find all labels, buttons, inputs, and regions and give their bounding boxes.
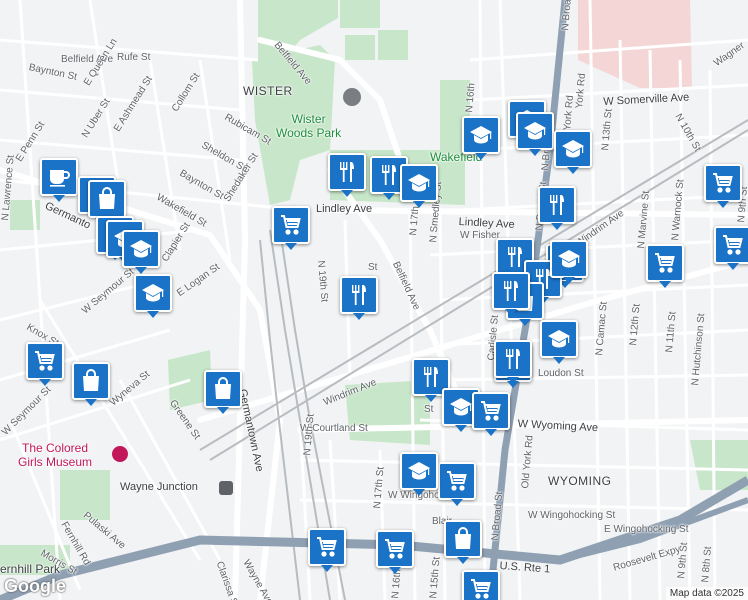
map-marker[interactable] [554, 130, 592, 174]
area-label-wister: WISTER [243, 84, 293, 98]
street-label: Loudon St [538, 368, 584, 379]
map-marker[interactable] [516, 112, 554, 156]
shopping-bag-icon [211, 377, 235, 401]
cafe-icon [47, 165, 71, 189]
street-label: St [424, 404, 434, 415]
poi-label-colored-girls-museum[interactable]: The Colored Girls Museum [18, 441, 92, 469]
google-logo: Google [4, 576, 66, 596]
school-icon [557, 247, 581, 271]
shopping-cart-icon [445, 469, 469, 493]
restaurant-icon [347, 283, 371, 307]
map-marker[interactable] [272, 206, 310, 250]
restaurant-icon [377, 163, 401, 187]
shopping-cart-icon [315, 535, 339, 559]
university-icon[interactable] [343, 88, 361, 106]
street-label: St [368, 262, 378, 273]
map-marker[interactable] [462, 116, 500, 160]
map-marker[interactable] [340, 276, 378, 320]
area-label-wister-woods-park: Wister Woods Park [276, 112, 342, 140]
map-marker[interactable] [134, 274, 172, 318]
shopping-cart-icon [721, 233, 745, 257]
shopping-bag-icon [95, 187, 119, 211]
shopping-bag-icon [451, 527, 475, 551]
map-marker[interactable] [492, 272, 530, 316]
restaurant-icon [545, 193, 569, 217]
museum-icon[interactable] [112, 446, 128, 462]
street-label: Lindley Ave [316, 203, 373, 215]
shopping-cart-icon [653, 251, 677, 275]
area-label-wyoming: WYOMING [548, 474, 612, 488]
restaurant-icon [499, 279, 523, 303]
map-marker[interactable] [400, 452, 438, 496]
map-marker[interactable] [704, 164, 742, 208]
school-icon [129, 237, 153, 261]
shopping-cart-icon [711, 171, 735, 195]
school-icon [523, 119, 547, 143]
train-station-icon[interactable] [219, 481, 233, 495]
shopping-cart-icon [479, 399, 503, 423]
map-marker[interactable] [26, 342, 64, 386]
map-marker[interactable] [462, 570, 500, 600]
map-canvas[interactable]: WISTER Wakefield Wister Woods Park WYOMI… [0, 0, 748, 600]
map-marker[interactable] [204, 370, 242, 414]
shopping-cart-icon [33, 349, 57, 373]
map-marker[interactable] [438, 462, 476, 506]
map-marker[interactable] [88, 180, 126, 224]
shopping-cart-icon [383, 537, 407, 561]
map-marker[interactable] [308, 528, 346, 572]
map-marker[interactable] [646, 244, 684, 288]
school-icon [547, 327, 571, 351]
map-marker[interactable] [472, 392, 510, 436]
map-marker[interactable] [550, 240, 588, 284]
street-label: W Fisher [460, 230, 500, 241]
school-icon [407, 171, 431, 195]
map-marker[interactable] [328, 153, 366, 197]
map-marker[interactable] [494, 340, 532, 384]
school-icon [407, 459, 431, 483]
school-icon [449, 395, 473, 419]
map-marker[interactable] [376, 530, 414, 574]
map-marker[interactable] [540, 320, 578, 364]
shopping-cart-icon [469, 577, 493, 600]
map-marker[interactable] [72, 362, 110, 406]
school-icon [561, 137, 585, 161]
shopping-bag-icon [79, 369, 103, 393]
map-marker[interactable] [122, 230, 160, 274]
street-label: E Wingohocking St [604, 524, 689, 535]
map-marker[interactable] [40, 158, 78, 202]
school-icon [141, 281, 165, 305]
map-marker[interactable] [400, 164, 438, 208]
shopping-cart-icon [279, 213, 303, 237]
street-label: W Wingohocking St [528, 510, 616, 521]
map-marker[interactable] [714, 226, 748, 270]
map-marker[interactable] [538, 186, 576, 230]
restaurant-icon [419, 365, 443, 389]
school-icon [469, 123, 493, 147]
restaurant-icon [501, 347, 525, 371]
map-marker[interactable] [444, 520, 482, 564]
street-label: Rufe St [117, 52, 151, 63]
poi-label-wayne-junction[interactable]: Wayne Junction [120, 481, 198, 493]
map-data-credit[interactable]: Map data ©2025 [665, 587, 748, 600]
restaurant-icon [335, 160, 359, 184]
